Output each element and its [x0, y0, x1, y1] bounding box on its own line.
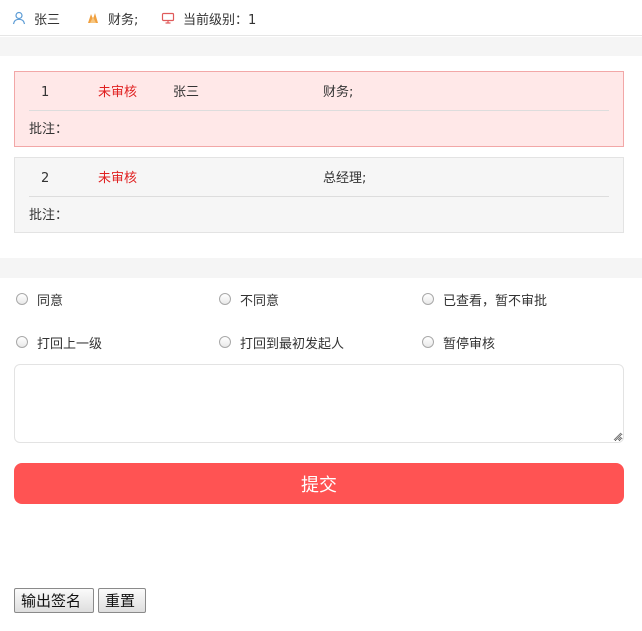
current-user-name: 张三	[34, 12, 61, 28]
approval-records: 1 未审核 张三 财务; 批注： 2 未审核 总经理; 批注：	[0, 56, 642, 258]
option-pause-label: 暂停审核	[443, 336, 496, 352]
option-agree-label: 同意	[37, 293, 64, 309]
resize-handle-icon[interactable]	[612, 431, 622, 441]
option-back-previous-label: 打回上一级	[37, 336, 103, 352]
radio-pause[interactable]	[422, 336, 434, 348]
record-status: 未审核	[98, 85, 138, 100]
option-pause[interactable]: 暂停审核	[422, 332, 495, 352]
option-back-origin-label: 打回到最初发起人	[240, 336, 345, 352]
record-summary: 2 未审核 总经理;	[15, 158, 623, 196]
reset-button[interactable]: 重置	[98, 588, 146, 613]
approval-record: 2 未审核 总经理; 批注：	[14, 157, 624, 233]
current-department: 财务;	[86, 0, 138, 36]
section-divider	[0, 37, 642, 56]
option-viewed[interactable]: 已查看，暂不审批	[422, 289, 547, 309]
radio-disagree[interactable]	[219, 293, 231, 305]
current-level-text: 当前级别：1	[183, 12, 257, 28]
user-icon	[12, 11, 26, 25]
current-user: 张三	[12, 0, 60, 36]
section-divider	[0, 258, 642, 278]
radio-back-previous[interactable]	[16, 336, 28, 348]
record-note-label: 批注：	[29, 122, 69, 137]
radio-agree[interactable]	[16, 293, 28, 305]
record-summary: 1 未审核 张三 财务;	[15, 72, 623, 110]
option-viewed-label: 已查看，暂不审批	[443, 293, 548, 309]
monitor-icon	[161, 12, 175, 24]
radio-back-origin[interactable]	[219, 336, 231, 348]
submit-button[interactable]: 提交	[14, 463, 624, 504]
option-back-previous[interactable]: 打回上一级	[16, 332, 102, 352]
top-info-bar: 张三 财务; 当前级别：1	[0, 0, 642, 36]
option-disagree-label: 不同意	[240, 293, 280, 309]
record-separator	[29, 110, 609, 111]
record-status: 未审核	[98, 171, 138, 186]
approval-record: 1 未审核 张三 财务; 批注：	[14, 71, 624, 147]
record-role: 财务;	[323, 85, 354, 100]
option-disagree[interactable]: 不同意	[219, 289, 279, 309]
option-back-origin[interactable]: 打回到最初发起人	[219, 332, 344, 352]
record-approver: 张三	[173, 85, 200, 100]
option-agree[interactable]: 同意	[16, 289, 63, 309]
record-note-label: 批注：	[29, 208, 69, 223]
remark-textarea[interactable]	[14, 364, 624, 443]
current-level: 当前级别：1	[161, 0, 256, 36]
radio-viewed[interactable]	[422, 293, 434, 305]
record-role: 总经理;	[323, 171, 367, 186]
output-signature-button[interactable]: 输出签名	[14, 588, 94, 613]
record-number: 1	[41, 85, 50, 100]
record-number: 2	[41, 171, 50, 186]
record-separator	[29, 196, 609, 197]
department-icon	[88, 13, 98, 23]
current-department-name: 财务;	[108, 12, 139, 28]
